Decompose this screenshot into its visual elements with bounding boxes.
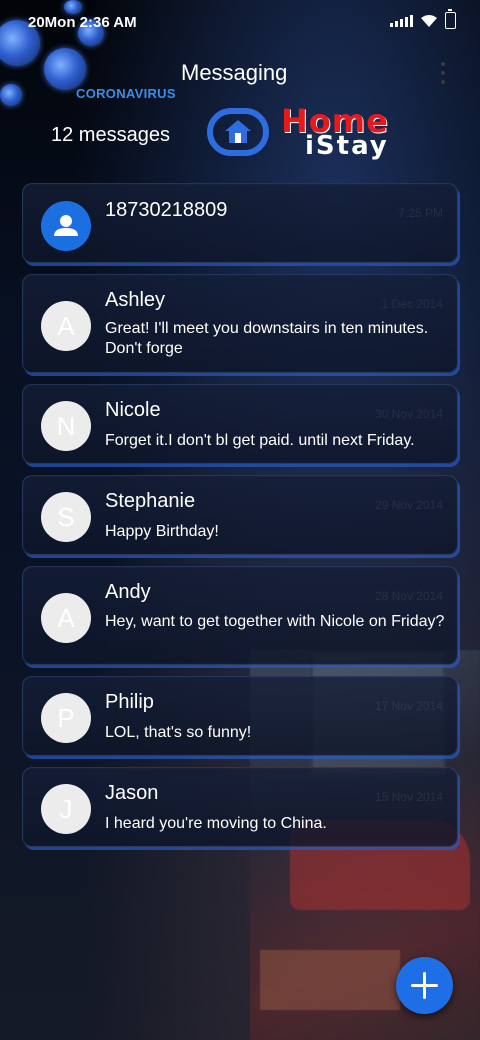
message-snippet: Forget it.I don't bl get paid. until nex… xyxy=(105,432,415,449)
house-icon xyxy=(225,120,251,143)
message-snippet: I heard you're moving to China. xyxy=(105,815,327,832)
virus-decoration xyxy=(44,48,86,90)
message-date: 28 Nov 2014 xyxy=(374,589,443,603)
conversation-item[interactable]: A Ashley Great! I'll meet you downstairs… xyxy=(22,274,458,373)
wifi-icon xyxy=(421,14,437,27)
contact-avatar: A xyxy=(41,593,91,643)
message-date: 30 Nov 2014 xyxy=(374,407,443,421)
contact-name: Andy xyxy=(105,581,151,603)
signal-icon xyxy=(390,14,413,27)
message-date: 7:25 PM xyxy=(398,206,443,220)
contact-avatar: S xyxy=(41,492,91,542)
coronavirus-logo: CORONAVIRUS xyxy=(76,86,176,101)
conversation-item[interactable]: J Jason I heard you're moving to China. … xyxy=(22,767,458,847)
logo-istay-text: iStay xyxy=(305,131,389,161)
contact-avatar: J xyxy=(41,784,91,834)
status-bar: 20Mon 2:36 AM xyxy=(0,0,480,44)
contact-avatar: A xyxy=(41,301,91,351)
message-snippet: Happy Birthday! xyxy=(105,523,219,540)
conversation-item[interactable]: S Stephanie Happy Birthday! 29 Nov 2014 xyxy=(22,475,458,555)
contact-avatar xyxy=(41,201,91,251)
battery-icon xyxy=(445,9,456,29)
contact-name: Philip xyxy=(105,691,154,713)
page-title: Messaging xyxy=(181,60,288,85)
conversation-item[interactable]: 18730218809 7:25 PM xyxy=(22,183,458,263)
conversation-item[interactable]: A Andy Hey, want to get together with Ni… xyxy=(22,566,458,665)
contact-avatar: N xyxy=(41,401,91,451)
contact-name: 18730218809 xyxy=(105,199,228,221)
overflow-menu-icon[interactable] xyxy=(440,62,446,84)
message-snippet: Great! I'll meet you downstairs in ten m… xyxy=(105,320,429,357)
conversation-item[interactable]: P Philip LOL, that's so funny! 17 Nov 20… xyxy=(22,676,458,756)
message-date: 17 Nov 2014 xyxy=(374,699,443,713)
contact-name: Ashley xyxy=(105,289,166,311)
person-icon xyxy=(54,215,78,236)
message-date: 29 Nov 2014 xyxy=(374,498,443,512)
message-date: 15 Nov 2014 xyxy=(374,790,443,804)
message-date: 1 Dec 2014 xyxy=(381,297,443,311)
conversation-item[interactable]: N Nicole Forget it.I don't bl get paid. … xyxy=(22,384,458,464)
message-count: 12 messages xyxy=(51,124,170,146)
message-snippet: Hey, want to get together with Nicole on… xyxy=(105,613,445,630)
status-time: 20Mon 2:36 AM xyxy=(28,14,137,31)
virus-decoration xyxy=(0,84,22,106)
contact-name: Nicole xyxy=(105,399,161,421)
contact-name: Stephanie xyxy=(105,490,196,512)
home-istay-logo: Home iStay xyxy=(205,102,430,164)
contact-avatar: P xyxy=(41,693,91,743)
new-message-button[interactable] xyxy=(396,957,453,1014)
message-snippet: LOL, that's so funny! xyxy=(105,724,252,741)
contact-name: Jason xyxy=(105,782,159,804)
